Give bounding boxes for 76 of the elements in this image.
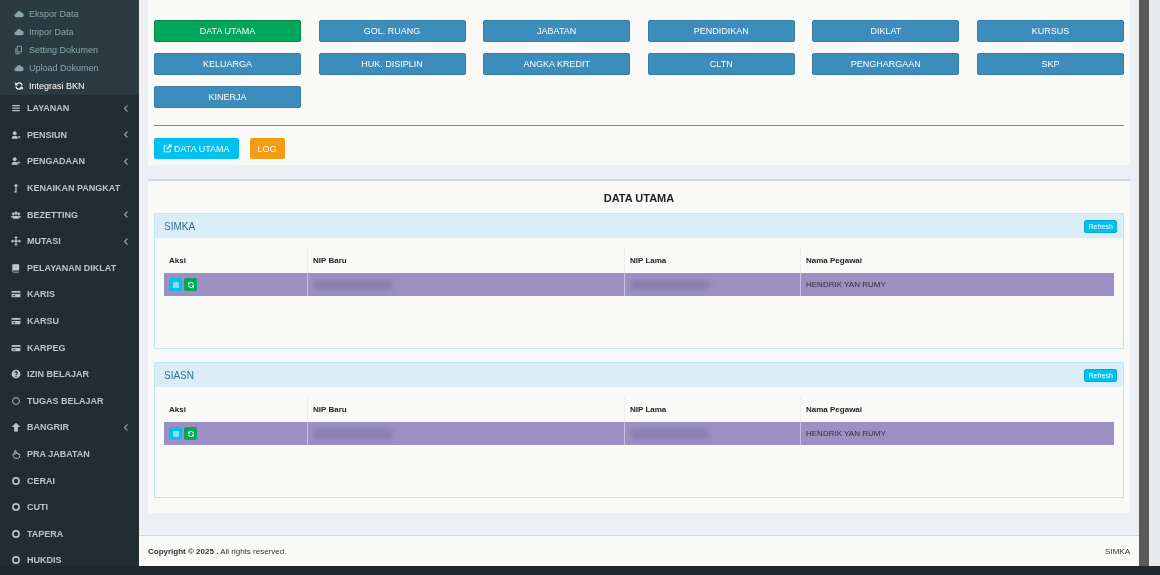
sidebar-item[interactable]: HUKDIS — [0, 547, 139, 566]
sidebar-item[interactable]: CUTI — [0, 493, 139, 521]
circle-icon — [11, 528, 21, 539]
sidebar-item[interactable]: KARPEG — [0, 334, 139, 361]
circle-icon — [11, 395, 21, 406]
copyright-text: Copyright © 2025 . All rights reserved. — [148, 546, 287, 556]
sidebar-item[interactable]: PENSIUN — [0, 121, 139, 149]
tab-button[interactable]: PENDIDIKAN — [647, 20, 795, 42]
tab-button[interactable]: GOL. RUANG — [318, 20, 466, 42]
sidebar-item[interactable]: PENGADAAN — [0, 148, 139, 175]
sidebar-subitem[interactable]: Impor Data — [0, 23, 139, 41]
sidebar-item[interactable]: KARIS — [0, 281, 139, 308]
circle-icon — [11, 475, 21, 486]
refresh-icon — [14, 81, 24, 91]
sidebar-subitem[interactable]: Upload Dokumen — [0, 59, 139, 77]
tab-button[interactable]: PENGHARGAAN — [812, 53, 960, 75]
tab-button[interactable]: KURSUS — [976, 20, 1124, 42]
tab-button[interactable]: CLTN — [647, 53, 795, 75]
sidebar-item[interactable]: LAYANAN — [0, 95, 139, 122]
panel-title: SIMKA — [164, 220, 196, 232]
arrow-up-icon — [11, 422, 21, 433]
documents-icon — [14, 45, 24, 55]
card-icon — [11, 316, 21, 327]
sidebar-item[interactable]: BEZETTING — [0, 201, 139, 228]
sidebar-subitem[interactable]: Setting Dokumen — [0, 41, 139, 59]
cloud-icon — [14, 63, 24, 73]
tab-button[interactable]: JABATAN — [483, 20, 631, 42]
refresh-icon — [186, 280, 195, 289]
list-icon — [11, 103, 21, 114]
sidebar-subitem[interactable]: Ekspor Data — [0, 5, 139, 23]
pointing-hand-icon — [11, 449, 21, 459]
sidebar-item[interactable]: CERAI — [0, 467, 139, 494]
card-icon — [11, 289, 21, 300]
sidebar-item[interactable]: TAPERA — [0, 520, 139, 548]
section-title: DATA UTAMA — [602, 192, 676, 204]
column-header: Aksi — [164, 248, 308, 273]
circle-icon — [11, 502, 21, 513]
refresh-icon — [186, 429, 195, 438]
sync-button[interactable] — [184, 278, 197, 291]
tab-button[interactable]: DIKLAT — [812, 20, 960, 42]
sidebar-item[interactable]: MUTASI — [0, 227, 139, 255]
level-up-icon — [11, 183, 21, 194]
tab-button[interactable]: KINERJA — [154, 86, 301, 108]
column-header: Aksi — [164, 397, 308, 422]
list-icon — [171, 429, 180, 438]
sync-button[interactable] — [184, 427, 197, 440]
sidebar-subitem[interactable]: Integrasi BKN — [0, 77, 139, 95]
question-icon — [11, 369, 21, 380]
tab-button[interactable]: DATA UTAMA — [154, 20, 301, 42]
list-icon — [171, 280, 180, 289]
sidebar-item[interactable]: PRA JABATAN — [0, 440, 139, 468]
user-icon — [11, 129, 21, 140]
view-button[interactable] — [169, 278, 182, 291]
tab-button[interactable]: SKP — [976, 53, 1124, 75]
tab-button[interactable]: ANGKA KREDIT — [483, 53, 631, 75]
external-link-icon — [163, 144, 172, 153]
footer-brand: SIMKA — [1105, 546, 1130, 556]
view-button[interactable] — [169, 427, 182, 440]
sidebar-item[interactable]: KARSU — [0, 307, 139, 335]
sidebar-item[interactable]: KENAIKAN PANGKAT — [0, 174, 139, 202]
sidebar-item[interactable]: PELAYANAN DIKLAT — [0, 254, 139, 282]
circle-icon — [11, 555, 21, 566]
table-cell: HENDRIK YAN RUMY — [800, 422, 1114, 445]
tab-button[interactable]: KELUARGA — [154, 53, 301, 75]
table-cell: HENDRIK YAN RUMY — [800, 273, 1114, 296]
scrollbar[interactable] — [1139, 0, 1160, 566]
tab-button[interactable]: HUK. DISIPLIN — [318, 53, 466, 75]
panel-title: SIASN — [164, 369, 194, 381]
user-plus-icon — [11, 156, 21, 167]
move-icon — [11, 236, 21, 247]
group-icon — [11, 209, 21, 220]
book-icon — [11, 262, 21, 273]
card-icon — [11, 342, 21, 353]
sidebar-item[interactable]: IZIN BELAJAR — [0, 360, 139, 388]
sidebar-item[interactable]: BANGRIR — [0, 414, 139, 441]
sidebar-item[interactable]: TUGAS BELAJAR — [0, 387, 139, 415]
